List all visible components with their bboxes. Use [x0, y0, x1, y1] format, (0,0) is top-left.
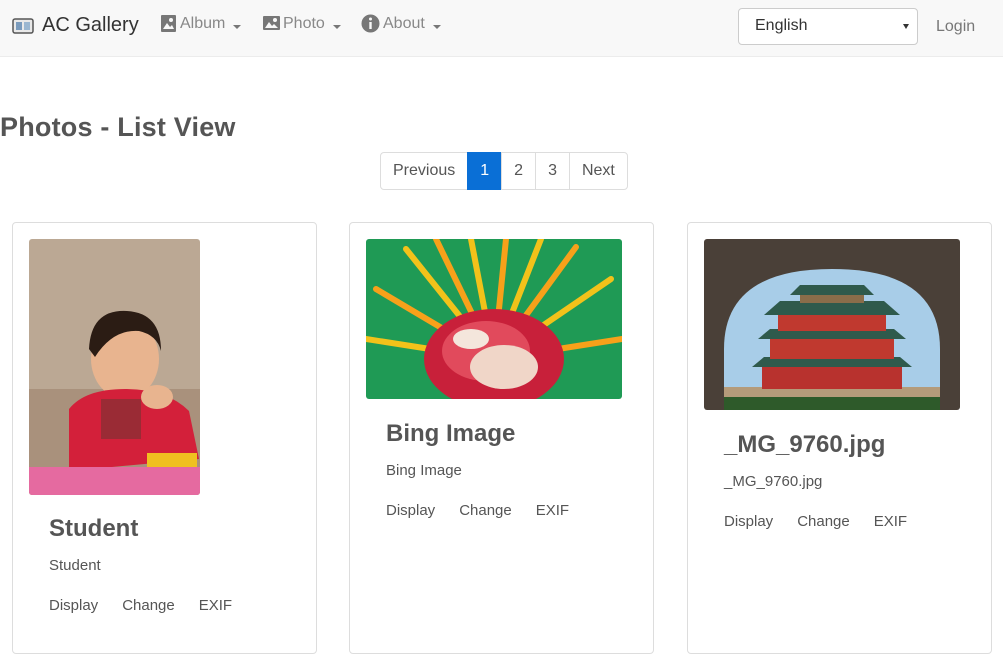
card-subtitle: _MG_9760.jpg — [724, 473, 823, 490]
photo-card: _MG_9760.jpg _MG_9760.jpg Display Change… — [687, 222, 992, 654]
card-title: Bing Image — [386, 420, 516, 447]
pagination-page-2[interactable]: 2 — [501, 152, 537, 190]
gallery-logo-icon — [12, 17, 34, 34]
nav-photo[interactable]: Photo — [263, 14, 341, 33]
pagination-page-3[interactable]: 3 — [535, 152, 570, 190]
photo-thumbnail[interactable] — [704, 239, 960, 410]
page-title: Photos - List View — [0, 112, 236, 142]
card-title: _MG_9760.jpg — [724, 431, 886, 458]
image-icon — [161, 15, 176, 32]
flower-photo-image — [366, 239, 622, 399]
card-actions: Display Change EXIF — [49, 597, 232, 614]
exif-link[interactable]: EXIF — [874, 513, 907, 530]
exif-link[interactable]: EXIF — [199, 597, 232, 614]
gate-tower-photo-image — [704, 239, 960, 410]
chevron-down-icon — [233, 24, 242, 29]
nav-album[interactable]: Album — [160, 14, 242, 33]
card-actions: Display Change EXIF — [724, 513, 907, 530]
display-link[interactable]: Display — [386, 502, 435, 519]
pagination-next[interactable]: Next — [568, 152, 628, 190]
language-select-value: English — [755, 17, 808, 34]
info-icon — [361, 14, 380, 33]
card-subtitle: Student — [49, 557, 101, 574]
pagination-page-1[interactable]: 1 — [467, 152, 503, 190]
photo-card: Student Student Display Change EXIF — [12, 222, 317, 654]
login-link[interactable]: Login — [936, 18, 975, 36]
nav-about-label: About — [383, 14, 425, 32]
photo-thumbnail[interactable] — [366, 239, 622, 399]
chevron-down-icon — [332, 24, 341, 29]
nav-album-label: Album — [180, 14, 226, 32]
picture-icon — [263, 16, 280, 30]
language-select[interactable]: English — [738, 8, 918, 45]
photo-thumbnail[interactable] — [29, 239, 200, 495]
card-actions: Display Change EXIF — [386, 502, 569, 519]
pagination: Previous 1 2 3 Next — [380, 152, 628, 190]
student-photo-image — [29, 239, 200, 495]
pagination-previous[interactable]: Previous — [380, 152, 469, 190]
change-link[interactable]: Change — [459, 502, 512, 519]
card-subtitle: Bing Image — [386, 462, 462, 479]
nav-photo-label: Photo — [283, 14, 325, 32]
display-link[interactable]: Display — [724, 513, 773, 530]
brand[interactable]: AC Gallery — [12, 14, 139, 37]
chevron-down-icon — [432, 24, 441, 29]
change-link[interactable]: Change — [122, 597, 175, 614]
nav-about[interactable]: About — [361, 14, 441, 33]
display-link[interactable]: Display — [49, 597, 98, 614]
brand-name: AC Gallery — [42, 14, 139, 36]
card-title: Student — [49, 515, 139, 542]
navbar: AC Gallery Album Photo About English Log… — [0, 0, 1003, 57]
change-link[interactable]: Change — [797, 513, 850, 530]
dropdown-arrow-icon — [903, 24, 909, 29]
exif-link[interactable]: EXIF — [536, 502, 569, 519]
photo-card: Bing Image Bing Image Display Change EXI… — [349, 222, 654, 654]
